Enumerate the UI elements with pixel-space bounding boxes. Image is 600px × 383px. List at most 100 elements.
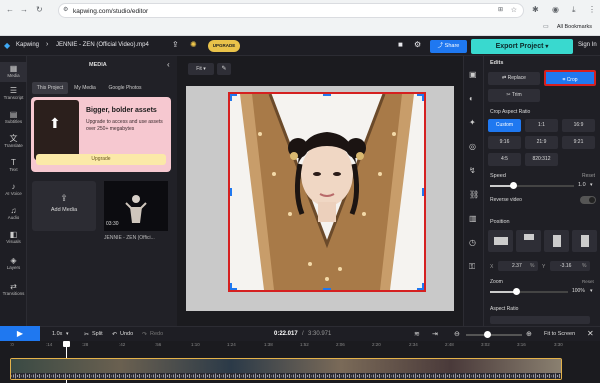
tool-layers[interactable]: ◈ Layers <box>0 256 27 270</box>
site-info-icon[interactable]: ⚙ <box>63 7 68 13</box>
tab-my-media[interactable]: My Media <box>70 82 100 94</box>
ratio-9-21[interactable]: 9:21 <box>562 136 595 149</box>
kapwing-logo-icon[interactable]: ◆ <box>4 41 10 50</box>
crop-handle-top[interactable] <box>323 94 331 96</box>
y-input[interactable]: -3.16 % <box>550 261 590 271</box>
zoom-out-icon[interactable]: ⊖ <box>454 330 460 338</box>
position-fill-button[interactable] <box>488 230 513 252</box>
upgrade-button[interactable]: UPGRADE <box>208 40 240 52</box>
animate-icon[interactable]: ↯ <box>469 166 476 175</box>
address-bar[interactable]: ⚙ kapwing.com/studio/editor ⊞ ☆ <box>58 3 524 18</box>
project-title[interactable]: JENNIE - ZEN (Official Video).mp4 <box>56 42 149 48</box>
crop-handle-top-left[interactable] <box>230 94 237 101</box>
menu-icon[interactable]: ⋮ <box>588 6 596 14</box>
crop-handle-bottom-right[interactable] <box>417 283 424 290</box>
video-track-clip[interactable] <box>10 358 562 380</box>
x-input[interactable]: 2.37 % <box>498 261 538 271</box>
lightbulb-icon[interactable]: ✺ <box>190 40 197 49</box>
tool-transitions[interactable]: ⇄ Transitions <box>0 282 27 296</box>
snap-icon[interactable]: ⇥ <box>432 330 438 338</box>
media-clip-thumbnail[interactable]: 03:30 <box>104 181 168 231</box>
effects-icon[interactable]: ✦ <box>469 118 476 127</box>
position-right-button[interactable] <box>572 230 597 252</box>
add-media-button[interactable]: ⇪ Add Media <box>32 181 96 231</box>
undo-button[interactable]: Undo <box>120 331 133 337</box>
reload-icon[interactable]: ↻ <box>36 6 43 14</box>
forward-icon[interactable]: → <box>20 6 28 14</box>
zoom-slider-knob[interactable] <box>513 288 520 295</box>
position-center-button[interactable] <box>544 230 569 252</box>
promo-upgrade-button[interactable]: Upgrade <box>36 154 166 165</box>
crop-handle-left[interactable] <box>230 188 232 196</box>
ratio-custom[interactable]: Custom <box>488 119 521 132</box>
tool-media[interactable]: ▦ Media <box>0 62 27 82</box>
upload-icon[interactable]: ⇪ <box>172 40 179 49</box>
extensions-icon[interactable]: ✱ <box>532 6 539 14</box>
ratio-16-9[interactable]: 16:9 <box>562 119 595 132</box>
crop-button[interactable]: ⌗ Crop <box>544 70 596 86</box>
brand-name[interactable]: Kapwing <box>16 42 39 48</box>
chevron-down-icon[interactable]: ▾ <box>590 182 593 188</box>
crop-handle-bottom[interactable] <box>323 288 331 290</box>
speed-slider[interactable] <box>490 182 574 189</box>
zoom-in-icon[interactable]: ⊕ <box>526 330 532 338</box>
link-icon[interactable]: ⛓ <box>469 190 479 199</box>
aspect-ratio-options[interactable] <box>490 316 590 324</box>
replace-button[interactable]: ⇄ Replace <box>488 72 540 85</box>
split-button[interactable]: Split <box>92 331 103 337</box>
tool-ai-voice[interactable]: ♪ AI Voice <box>0 182 27 196</box>
tool-transcript[interactable]: ☰ Transcript <box>0 86 27 100</box>
collapse-panel-icon[interactable]: ‹ <box>167 60 170 69</box>
all-bookmarks-link[interactable]: All Bookmarks <box>557 24 592 30</box>
tool-subtitles[interactable]: ▤ Subtitles <box>0 110 27 124</box>
downloads-icon[interactable]: ⤓ <box>572 6 576 14</box>
layout-icon[interactable]: ▥ <box>469 214 477 223</box>
redo-button[interactable]: Redo <box>150 331 163 337</box>
speed-slider-knob[interactable] <box>510 182 517 189</box>
profile-icon[interactable]: ◉ <box>552 6 559 14</box>
tool-audio[interactable]: ♫ Audio <box>0 206 27 220</box>
ratio-1-1[interactable]: 1:1 <box>525 119 558 132</box>
ratio-9-16[interactable]: 9:16 <box>488 136 521 149</box>
close-timeline-icon[interactable]: ✕ <box>587 329 594 338</box>
reverse-video-toggle[interactable] <box>580 196 596 204</box>
eyedropper-button[interactable]: ✎ <box>217 63 231 75</box>
settings-gear-icon[interactable]: ⚙ <box>414 40 421 49</box>
play-button[interactable]: ▶ <box>0 326 40 341</box>
ratio-21-9[interactable]: 21:9 <box>525 136 558 149</box>
share-button[interactable]: ⤴ Share <box>430 40 467 53</box>
position-top-left-button[interactable] <box>516 230 541 252</box>
tab-google-photos[interactable]: Google Photos <box>104 82 146 94</box>
palette-icon[interactable]: ■ <box>398 40 403 49</box>
tool-text[interactable]: T Text <box>0 158 27 172</box>
zoom-reset[interactable]: Reset <box>582 279 594 284</box>
timer-icon[interactable]: ◷ <box>469 238 476 247</box>
bookmark-star-icon[interactable]: ☆ <box>511 7 517 14</box>
lock-icon[interactable]: ⚿ <box>469 262 475 272</box>
crop-handle-right[interactable] <box>422 188 424 196</box>
video-frame-preview[interactable] <box>228 92 426 292</box>
crop-handle-bottom-left[interactable] <box>230 283 237 290</box>
ratio-4-5[interactable]: 4:5 <box>488 153 521 166</box>
film-icon[interactable]: ▣ <box>469 70 477 79</box>
export-project-button[interactable]: Export Project ▾ <box>471 39 573 54</box>
adjust-icon[interactable]: ◐ <box>469 94 474 103</box>
zoom-slider[interactable] <box>490 288 568 295</box>
ratio-820-312[interactable]: 820:312 <box>525 153 558 166</box>
sign-in-link[interactable]: Sign In <box>578 42 597 48</box>
filter-icon[interactable]: ◎ <box>469 142 476 151</box>
timeline-zoom-knob[interactable] <box>484 331 491 338</box>
speed-reset[interactable]: Reset <box>582 173 595 179</box>
zoom-chevron-icon[interactable]: ▾ <box>590 288 593 294</box>
fit-dropdown[interactable]: Fit ▾ <box>188 63 214 75</box>
trim-button[interactable]: ✂ Trim <box>488 89 540 102</box>
tool-translate[interactable]: 文 Translate <box>0 134 27 148</box>
tab-this-project[interactable]: This Project <box>32 82 68 94</box>
tool-visuals[interactable]: ◧ Visuals <box>0 230 27 244</box>
fit-to-screen-button[interactable]: Fit to Screen <box>544 331 575 337</box>
install-icon[interactable]: ⊞ <box>498 7 503 13</box>
speed-selector[interactable]: 1.0x <box>52 331 62 337</box>
crop-handle-top-right[interactable] <box>417 94 424 101</box>
timeline-zoom-slider[interactable] <box>466 331 522 338</box>
speed-chevron-icon[interactable]: ▾ <box>66 331 69 337</box>
